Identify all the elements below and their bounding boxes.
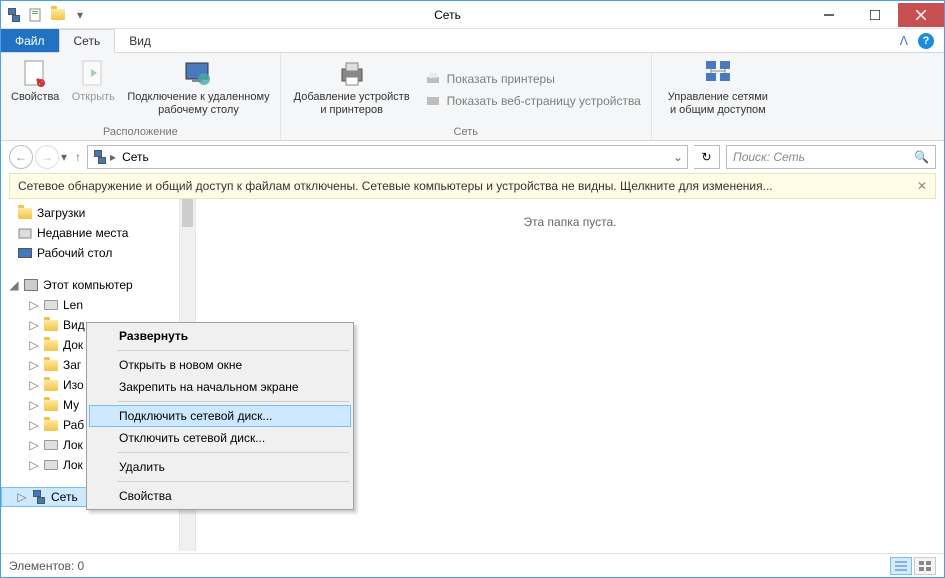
ribbon-group-manage: Управление сетями и общим доступом bbox=[652, 53, 784, 140]
status-item-count: Элементов: 0 bbox=[9, 559, 84, 573]
tree-item-downloads[interactable]: Загрузки bbox=[1, 203, 195, 223]
info-bar[interactable]: Сетевое обнаружение и общий доступ к фай… bbox=[9, 173, 936, 199]
close-button[interactable] bbox=[898, 3, 944, 27]
forward-button[interactable]: → bbox=[35, 145, 59, 169]
tree-item-recent[interactable]: Недавние места bbox=[1, 223, 195, 243]
network-center-icon bbox=[702, 57, 734, 89]
tab-file[interactable]: Файл bbox=[1, 29, 59, 52]
breadcrumb-arrow-icon[interactable]: ▸ bbox=[108, 150, 118, 164]
ribbon-tabs: Файл Сеть Вид ᐱ ? bbox=[1, 29, 944, 53]
history-dropdown[interactable]: ▾ bbox=[61, 150, 67, 164]
ribbon-group-network: Добавление устройств и принтеров Показат… bbox=[281, 53, 652, 140]
info-bar-text: Сетевое обнаружение и общий доступ к фай… bbox=[18, 179, 773, 193]
tree-item-this-pc[interactable]: ◢Этот компьютер bbox=[1, 275, 195, 295]
context-menu: Развернуть Открыть в новом окне Закрепит… bbox=[86, 322, 354, 510]
device-page-icon bbox=[425, 93, 441, 109]
ribbon-group-location-label: Расположение bbox=[7, 124, 274, 140]
minimize-button[interactable] bbox=[806, 3, 852, 27]
ribbon-properties-button[interactable]: Свойства bbox=[7, 55, 63, 124]
empty-folder-message: Эта папка пуста. bbox=[196, 199, 944, 229]
title-bar: ▾ Сеть bbox=[1, 1, 944, 29]
tree-item-sub[interactable]: ▷Len bbox=[1, 295, 195, 315]
help-icon[interactable]: ? bbox=[918, 33, 934, 49]
ribbon-collapse-icon[interactable]: ᐱ bbox=[900, 34, 908, 48]
properties-icon bbox=[19, 57, 51, 89]
back-button[interactable]: ← bbox=[9, 145, 33, 169]
window-title: Сеть bbox=[89, 8, 806, 22]
window-controls bbox=[806, 3, 944, 27]
app-icon bbox=[5, 6, 23, 24]
search-placeholder: Поиск: Сеть bbox=[733, 150, 805, 164]
tree-item-desktop[interactable]: Рабочий стол bbox=[1, 243, 195, 263]
navigation-row: ← → ▾ ↑ ▸ Сеть ⌄ ↻ Поиск: Сеть 🔍 bbox=[1, 141, 944, 173]
ctx-delete[interactable]: Удалить bbox=[89, 456, 351, 478]
qat-new-folder-icon[interactable] bbox=[49, 6, 67, 24]
ctx-map-network-drive[interactable]: Подключить сетевой диск... bbox=[89, 405, 351, 427]
tab-view[interactable]: Вид bbox=[115, 29, 165, 52]
ribbon-group-network-label: Сеть bbox=[287, 124, 645, 140]
address-dropdown-icon[interactable]: ⌄ bbox=[673, 150, 683, 164]
network-location-icon bbox=[92, 149, 108, 165]
ctx-separator bbox=[117, 350, 349, 351]
breadcrumb[interactable]: Сеть bbox=[118, 150, 153, 164]
ctx-separator bbox=[117, 481, 349, 482]
ribbon-remote-desktop-button[interactable]: Подключение к удаленному рабочему столу bbox=[123, 55, 273, 124]
search-input[interactable]: Поиск: Сеть 🔍 bbox=[726, 145, 936, 169]
ribbon-open-button[interactable]: Открыть bbox=[67, 55, 119, 124]
remote-desktop-icon bbox=[182, 57, 214, 89]
tab-network[interactable]: Сеть bbox=[59, 29, 116, 53]
search-icon: 🔍 bbox=[914, 150, 929, 164]
address-bar[interactable]: ▸ Сеть ⌄ bbox=[87, 145, 688, 169]
ctx-pin-start[interactable]: Закрепить на начальном экране bbox=[89, 376, 351, 398]
ctx-properties[interactable]: Свойства bbox=[89, 485, 351, 507]
info-bar-close-icon[interactable]: ✕ bbox=[917, 179, 927, 193]
printer-icon bbox=[336, 57, 368, 89]
up-button[interactable]: ↑ bbox=[75, 150, 81, 164]
view-icons-button[interactable] bbox=[914, 557, 936, 575]
ribbon-group-location: Свойства Открыть Подключение к удаленном… bbox=[1, 53, 281, 140]
view-details-button[interactable] bbox=[890, 557, 912, 575]
ribbon-show-device-page-button[interactable]: Показать веб-страницу устройства bbox=[421, 91, 645, 111]
qat-properties-icon[interactable] bbox=[27, 6, 45, 24]
refresh-button[interactable]: ↻ bbox=[694, 145, 720, 169]
ribbon-body: Свойства Открыть Подключение к удаленном… bbox=[1, 53, 944, 141]
qat-dropdown-icon[interactable]: ▾ bbox=[71, 6, 89, 24]
quick-access-toolbar: ▾ bbox=[1, 6, 89, 24]
maximize-button[interactable] bbox=[852, 3, 898, 27]
ribbon-show-printers-button[interactable]: Показать принтеры bbox=[421, 69, 645, 89]
ctx-open-new-window[interactable]: Открыть в новом окне bbox=[89, 354, 351, 376]
open-icon bbox=[77, 57, 109, 89]
ribbon-manage-networks-button[interactable]: Управление сетями и общим доступом bbox=[658, 55, 778, 124]
ctx-separator bbox=[117, 452, 349, 453]
status-bar: Элементов: 0 bbox=[1, 553, 944, 577]
ctx-disconnect-drive[interactable]: Отключить сетевой диск... bbox=[89, 427, 351, 449]
ctx-separator bbox=[117, 401, 349, 402]
ribbon-add-devices-button[interactable]: Добавление устройств и принтеров bbox=[287, 55, 417, 124]
ctx-expand[interactable]: Развернуть bbox=[89, 325, 351, 347]
printer-small-icon bbox=[425, 71, 441, 87]
